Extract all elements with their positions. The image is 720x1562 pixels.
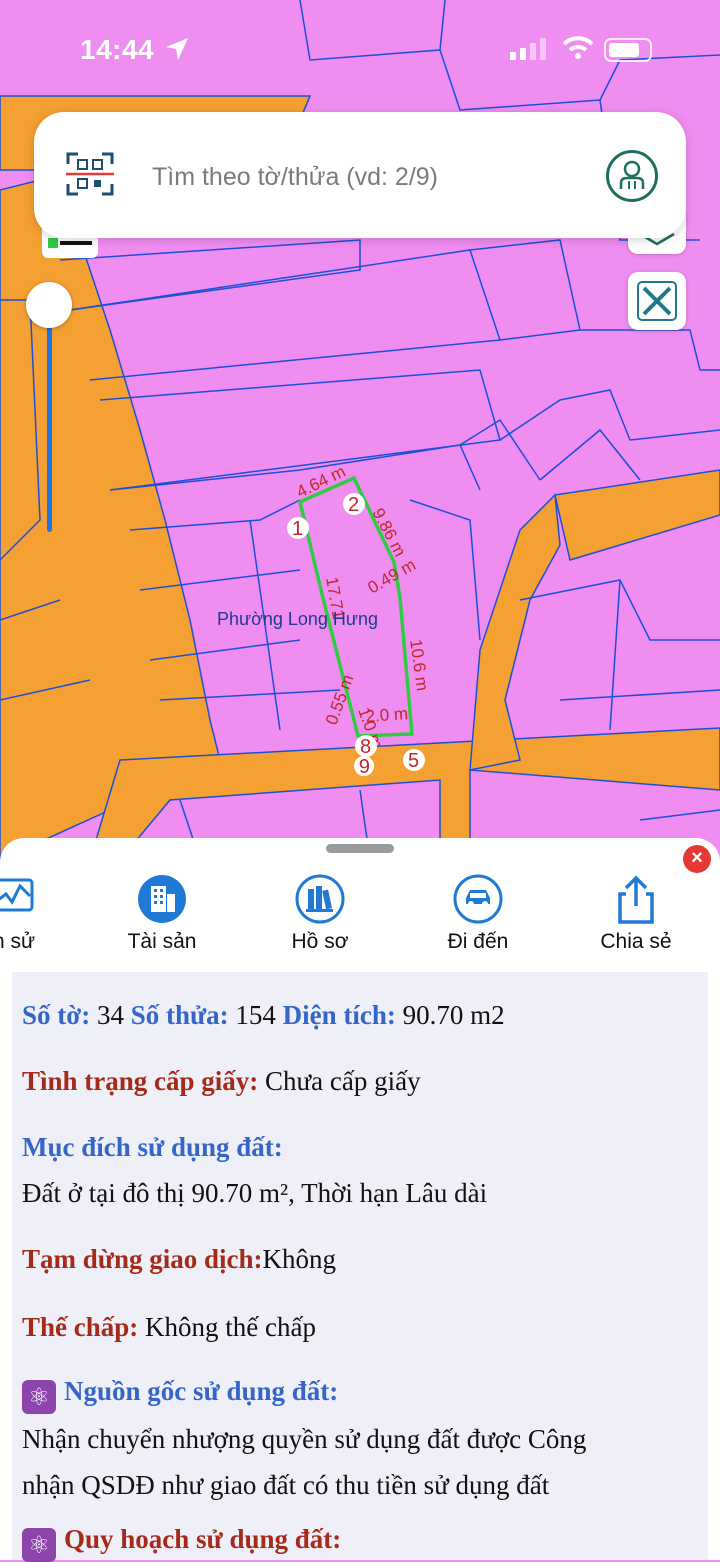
action-assets[interactable]: Tài sản <box>92 868 232 958</box>
tam-dung-value: Không <box>262 1244 337 1274</box>
qr-scan-icon[interactable] <box>66 152 114 196</box>
search-input[interactable] <box>150 154 574 200</box>
location-arrow-icon <box>166 38 188 60</box>
action-share[interactable]: Chia sẻ <box>566 868 706 958</box>
dien-tich-value: 90.70 m2 <box>402 1000 505 1030</box>
building-icon <box>138 875 186 923</box>
certificate-status-row: Tình trạng cấp giấy: Chưa cấp giấy <box>22 1066 421 1097</box>
action-records[interactable]: Hồ sơ <box>250 868 390 958</box>
transaction-hold-row: Tạm dừng giao dịch:Không <box>22 1244 336 1275</box>
land-use-label-row: Mục đích sử dụng đất: <box>22 1132 283 1163</box>
quy-hoach-label: Quy hoạch sử dụng đất: <box>64 1524 342 1554</box>
dien-tich-label: Diện tích: <box>282 1000 396 1030</box>
action-label: Tài sản <box>127 930 197 953</box>
land-use-value: Đất ở tại đô thị 90.70 m², Thời hạn Lâu … <box>22 1178 488 1208</box>
opacity-slider-thumb[interactable] <box>26 282 72 328</box>
status-time: 14:44 <box>80 34 155 65</box>
action-label: Đi đến <box>447 930 509 953</box>
action-directions[interactable]: Đi đến <box>408 868 548 958</box>
measure-tool-button[interactable] <box>628 272 686 330</box>
land-origin-line: nhận QSDĐ như giao đất có thu tiền sử dụ… <box>22 1470 550 1500</box>
muc-dich-label: Mục đích sử dụng đất: <box>22 1132 283 1162</box>
vertex-label: 8 <box>360 736 371 758</box>
action-label: Chia sẻ <box>600 930 672 953</box>
so-thua-value: 154 <box>235 1000 276 1030</box>
action-history[interactable]: h sử <box>0 868 84 958</box>
so-to-label: Số tờ: <box>22 1000 91 1030</box>
battery-icon <box>604 38 652 62</box>
vertex-label: 1 <box>292 518 303 540</box>
ward-label: Phường Long Hưng <box>217 609 379 629</box>
parcel-id-row: Số tờ: 34 Số thửa: 154 Diện tích: 90.70 … <box>22 1000 505 1031</box>
atom-icon: ⚛ <box>22 1528 56 1562</box>
the-chap-value: Không thế chấp <box>145 1312 316 1342</box>
atom-icon: ⚛ <box>22 1380 56 1414</box>
action-label: h sử <box>0 930 36 953</box>
car-icon <box>453 874 503 924</box>
wifi-icon <box>562 36 594 59</box>
opacity-slider-track[interactable] <box>47 306 52 532</box>
account-button[interactable] <box>606 150 658 202</box>
so-thua-label: Số thửa: <box>130 1000 229 1030</box>
sheet-grabber[interactable] <box>326 844 394 853</box>
ruler-pencil-icon <box>637 281 677 321</box>
action-label: Hồ sơ <box>291 930 349 953</box>
so-to-value: 34 <box>96 1000 124 1030</box>
status-bar: 14:44 <box>0 28 720 72</box>
the-chap-label: Thế chấp: <box>22 1312 139 1342</box>
vertex-label: 2 <box>348 494 359 516</box>
tinh-trang-value: Chưa cấp giấy <box>265 1066 421 1096</box>
nguon-goc-label: Nguồn gốc sử dụng đất: <box>64 1376 339 1406</box>
tam-dung-label: Tạm dừng giao dịch: <box>22 1244 263 1274</box>
user-icon <box>619 160 645 189</box>
cellular-signal-icon <box>510 38 546 60</box>
land-origin-line: Nhận chuyển nhượng quyền sử dụng đất đượ… <box>22 1424 587 1454</box>
history-chart-icon <box>0 878 34 912</box>
share-icon <box>618 875 654 924</box>
land-origin-label-row: ⚛ Nguồn gốc sử dụng đất: <box>22 1376 338 1414</box>
mortgage-row: Thế chấp: Không thế chấp <box>22 1312 316 1343</box>
vertex-label: 5 <box>408 750 419 772</box>
land-planning-label-row: ⚛ Quy hoạch sử dụng đất: <box>22 1524 341 1562</box>
books-icon <box>295 874 345 924</box>
tinh-trang-label: Tình trạng cấp giấy: <box>22 1066 259 1096</box>
